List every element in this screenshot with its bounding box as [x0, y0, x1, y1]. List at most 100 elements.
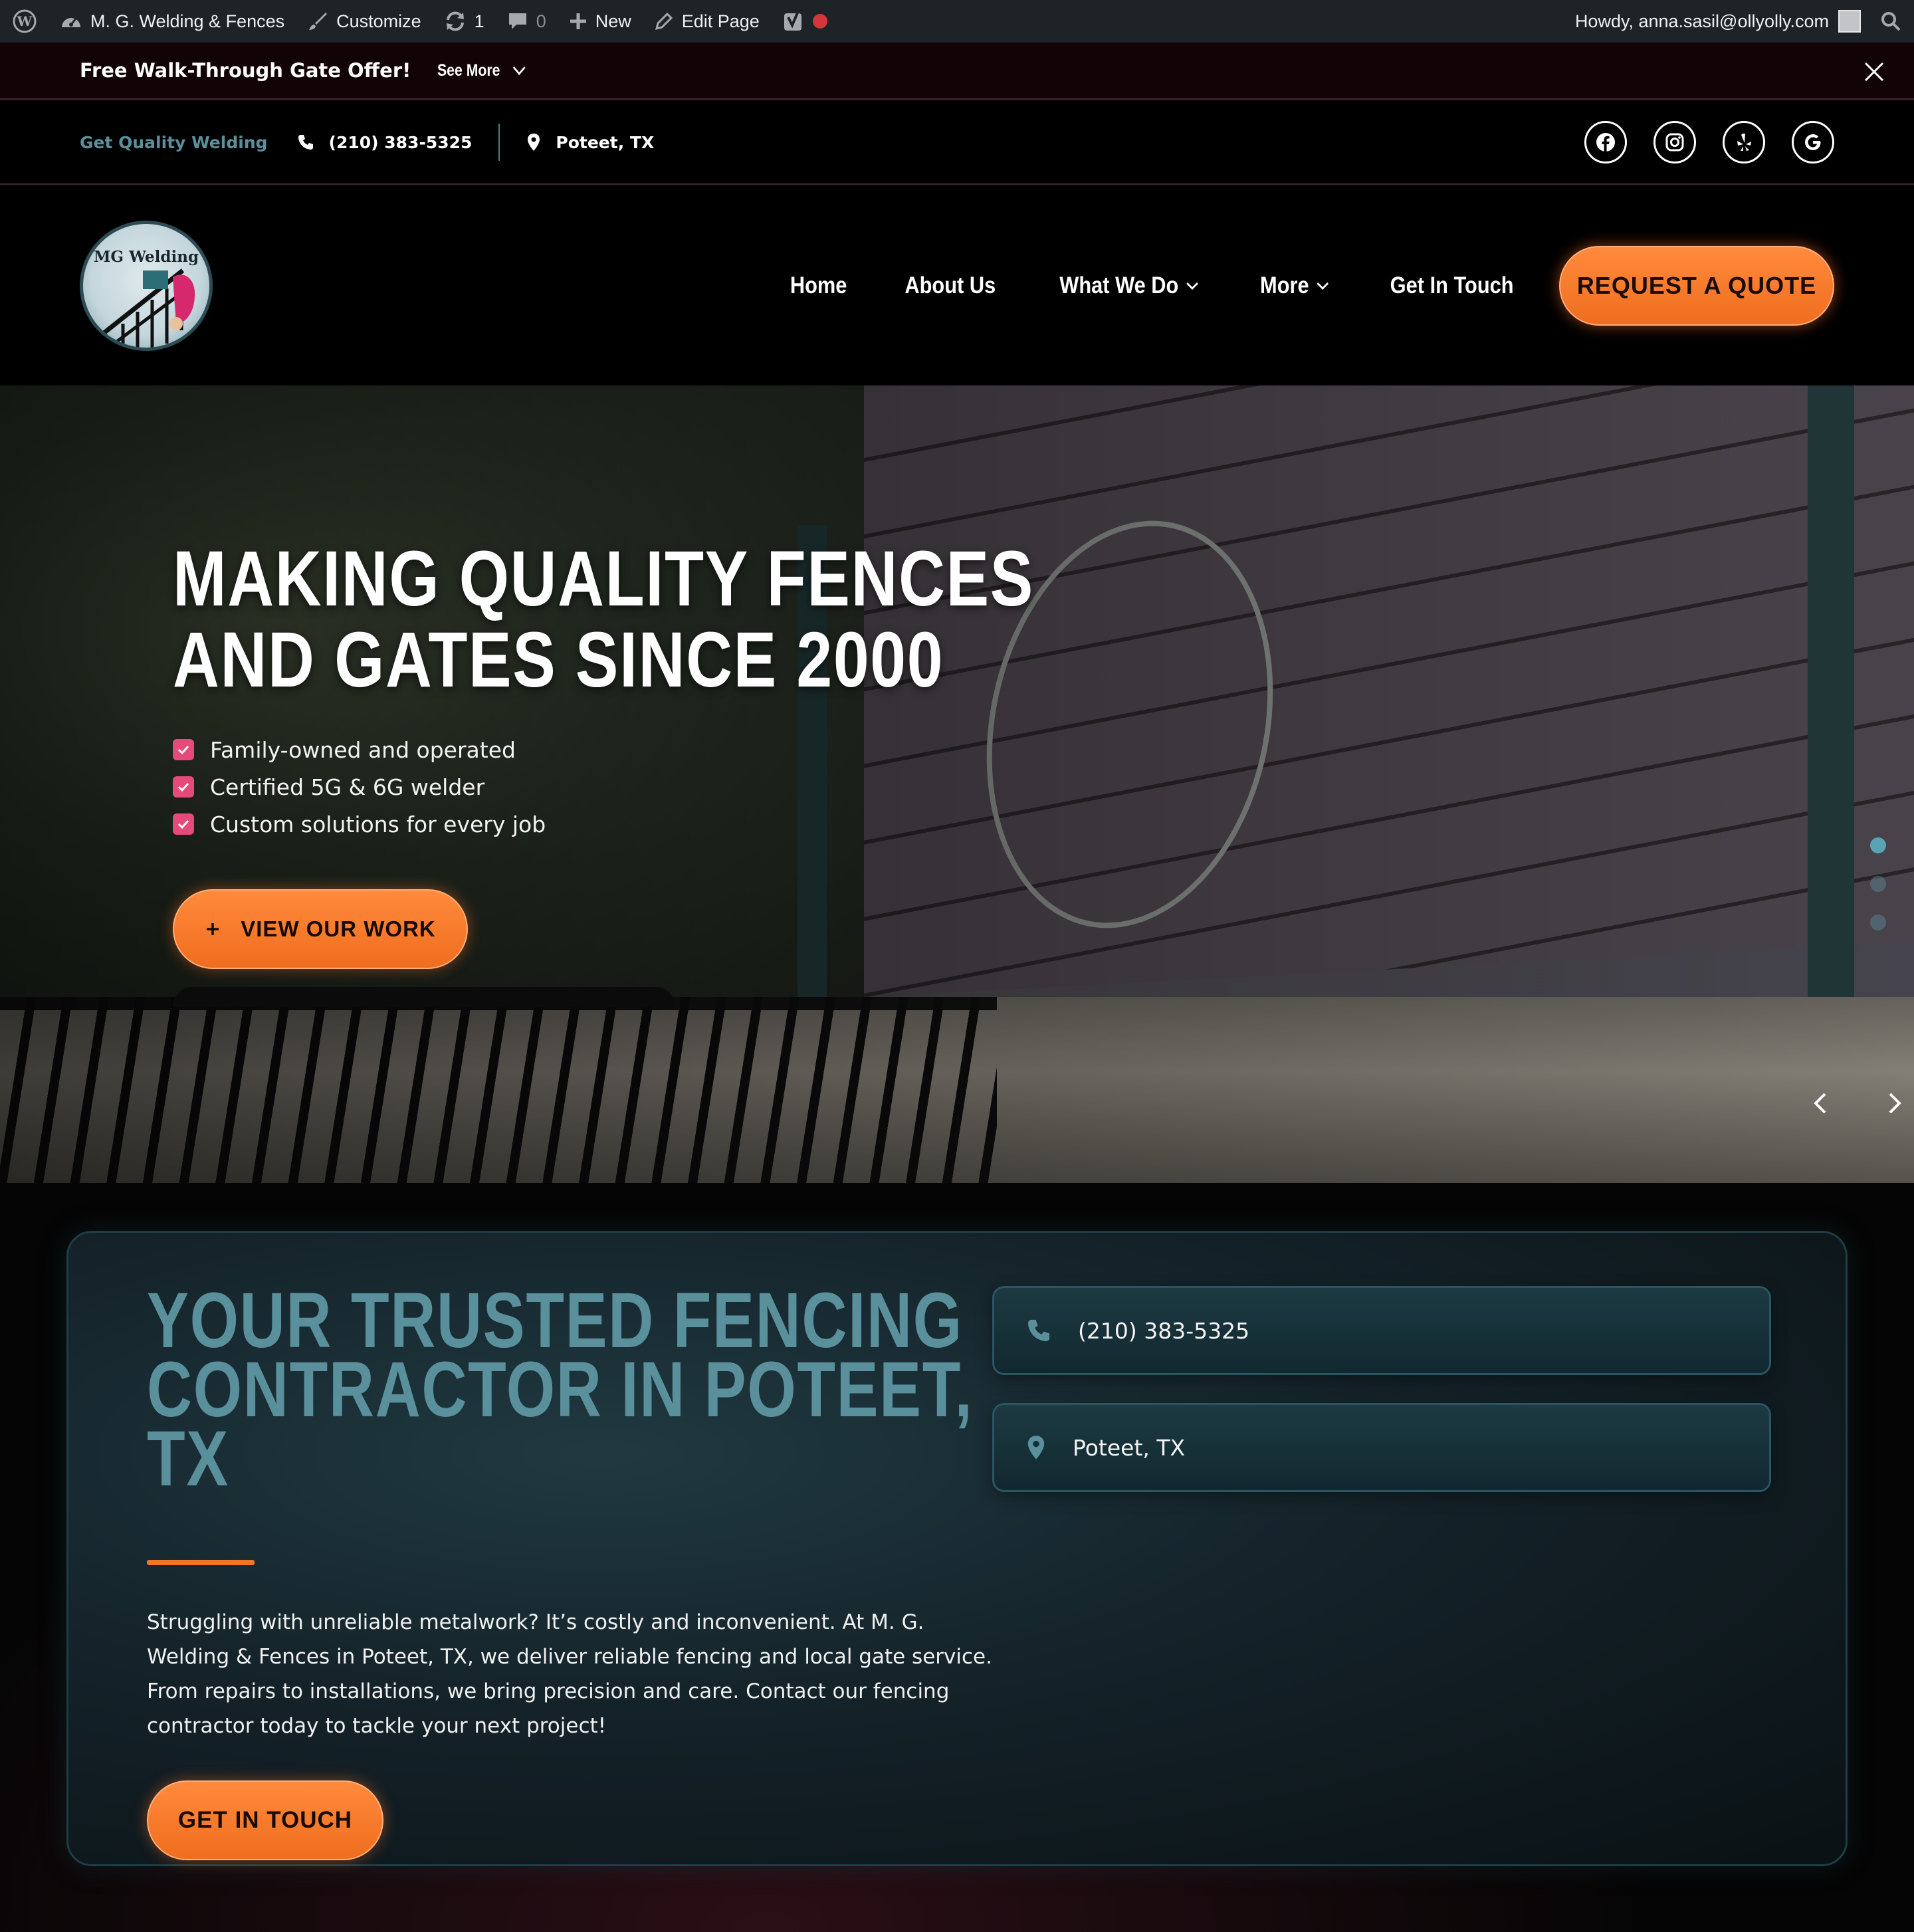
- primary-nav: Home About Us What We Do More Get In Tou…: [786, 246, 1834, 326]
- yelp-icon: [1737, 134, 1751, 151]
- nav-get-in-touch[interactable]: Get In Touch: [1390, 272, 1513, 299]
- hero-bottom-tab: [173, 987, 675, 1007]
- location-text: Poteet, TX: [556, 132, 655, 152]
- yelp-link[interactable]: [1723, 121, 1765, 163]
- title-underline: [147, 1560, 255, 1565]
- checkbox-icon: [173, 813, 194, 835]
- customize-link[interactable]: Customize: [307, 0, 421, 43]
- edit-page-link[interactable]: Edit Page: [654, 0, 760, 43]
- info-bar: Get Quality Welding (210) 383-5325 Potee…: [0, 101, 1914, 185]
- slider-dot-2[interactable]: [1870, 876, 1886, 892]
- plus-icon: [570, 13, 586, 29]
- chevron-left-icon[interactable]: [1808, 1090, 1834, 1117]
- search-icon[interactable]: [1879, 10, 1902, 33]
- slider-dot-3[interactable]: [1870, 914, 1886, 930]
- gate-logo-graphic: [101, 268, 195, 348]
- feature-text: Certified 5G & 6G welder: [210, 774, 485, 800]
- trusted-title-line-1: YOUR TRUSTED FENCING: [147, 1277, 963, 1364]
- checkbox-icon: [173, 776, 194, 798]
- phone-icon: [298, 135, 313, 150]
- brush-icon: [309, 13, 328, 30]
- wordpress-logo-icon[interactable]: W: [12, 0, 37, 43]
- hero-feature-list: Family-owned and operated Certified 5G &…: [173, 731, 1223, 843]
- site-name-label: M. G. Welding & Fences: [90, 11, 285, 31]
- nav-home-label: Home: [790, 272, 847, 298]
- plus-icon: [207, 923, 219, 935]
- hero-slider: MAKING QUALITY FENCES AND GATES SINCE 20…: [0, 385, 1914, 1183]
- refresh-icon: [446, 11, 464, 31]
- nav-more-label: More: [1260, 272, 1309, 298]
- comment-icon: [508, 13, 526, 29]
- phone-icon: [1027, 1319, 1050, 1342]
- see-more-toggle[interactable]: See More: [437, 61, 526, 80]
- svg-text:W: W: [17, 13, 33, 29]
- trusted-body-text: Struggling with unreliable metalwork? It…: [147, 1610, 992, 1738]
- nav-what-we-do-label: What We Do: [1059, 272, 1178, 298]
- promo-text: Free Walk-Through Gate Offer!: [80, 59, 411, 82]
- chevron-right-icon[interactable]: [1881, 1090, 1907, 1117]
- slider-pagination: [1870, 837, 1886, 930]
- avatar[interactable]: [1838, 10, 1861, 33]
- trusted-title: YOUR TRUSTED FENCING CONTRACTOR IN POTEE…: [147, 1277, 974, 1503]
- phone-number: (210) 383-5325: [328, 132, 473, 152]
- see-more-label: See More: [437, 60, 500, 80]
- slider-dot-1[interactable]: [1870, 837, 1886, 853]
- location-contact-card[interactable]: Poteet, TX: [992, 1403, 1771, 1492]
- request-quote-button[interactable]: REQUEST A QUOTE: [1559, 246, 1834, 326]
- google-link[interactable]: [1792, 121, 1834, 163]
- nav-get-in-touch-label: Get In Touch: [1390, 272, 1514, 298]
- get-in-touch-button[interactable]: GET IN TOUCH: [147, 1780, 383, 1860]
- map-pin-icon: [1027, 1436, 1045, 1459]
- yoast-menu[interactable]: [782, 0, 827, 43]
- hero-title: MAKING QUALITY FENCES AND GATES SINCE 20…: [173, 538, 1034, 700]
- location-link[interactable]: Poteet, TX: [526, 133, 654, 152]
- chevron-down-icon: [513, 66, 526, 76]
- hero-title-line-1: MAKING QUALITY FENCES: [173, 535, 1034, 623]
- comments-count: 0: [536, 11, 546, 31]
- list-item: Family-owned and operated: [173, 731, 1223, 768]
- view-our-work-button[interactable]: VIEW OUR WORK: [173, 889, 468, 969]
- hero-content: MAKING QUALITY FENCES AND GATES SINCE 20…: [173, 538, 1223, 969]
- howdy-user[interactable]: Howdy, anna.sasil@ollyolly.com: [1575, 11, 1829, 32]
- hero-title-line-2: AND GATES SINCE 2000: [173, 616, 944, 704]
- view-our-work-label: VIEW OUR WORK: [241, 916, 436, 941]
- nav-home[interactable]: Home: [790, 272, 847, 299]
- contact-location: Poteet, TX: [1073, 1434, 1186, 1461]
- list-item: Custom solutions for every job: [173, 805, 1223, 843]
- instagram-link[interactable]: [1653, 121, 1696, 163]
- pencil-icon: [655, 12, 673, 31]
- contact-phone: (210) 383-5325: [1078, 1317, 1250, 1344]
- nav-what-we-do[interactable]: What We Do: [1059, 272, 1198, 299]
- nav-about-us[interactable]: About Us: [904, 272, 996, 299]
- instagram-icon: [1665, 133, 1684, 152]
- checkbox-icon: [173, 739, 194, 760]
- list-item: Certified 5G & 6G welder: [173, 768, 1223, 805]
- feature-text: Family-owned and operated: [210, 736, 516, 763]
- promo-bar: Free Walk-Through Gate Offer! See More: [0, 43, 1914, 100]
- google-icon: [1805, 134, 1821, 150]
- tagline: Get Quality Welding: [80, 132, 268, 152]
- nav-about-us-label: About Us: [904, 272, 996, 298]
- chevron-down-icon: [1317, 282, 1329, 290]
- facebook-link[interactable]: [1584, 121, 1627, 163]
- divider: [498, 124, 500, 161]
- site-name-link[interactable]: M. G. Welding & Fences: [60, 0, 284, 43]
- trusted-title-line-2: CONTRACTOR IN POTEET,: [147, 1346, 974, 1434]
- yoast-icon: [784, 11, 801, 31]
- updates-count: 1: [474, 11, 484, 31]
- comments-link[interactable]: 0: [507, 0, 546, 43]
- main-header: MG Welding Home About Us What We Do More…: [0, 186, 1914, 385]
- site-logo[interactable]: MG Welding: [80, 221, 213, 351]
- nav-more[interactable]: More: [1260, 272, 1329, 299]
- phone-contact-card[interactable]: (210) 383-5325: [992, 1286, 1771, 1375]
- new-content-link[interactable]: New: [569, 0, 631, 43]
- updates-link[interactable]: 1: [444, 0, 484, 43]
- phone-link[interactable]: (210) 383-5325: [297, 132, 473, 152]
- new-label: New: [595, 11, 631, 31]
- trusted-card: YOUR TRUSTED FENCING CONTRACTOR IN POTEE…: [66, 1231, 1848, 1866]
- feature-text: Custom solutions for every job: [210, 811, 546, 837]
- trusted-title-line-3: TX: [147, 1415, 229, 1503]
- dashboard-icon: [62, 18, 80, 27]
- close-icon[interactable]: [1863, 61, 1885, 82]
- wp-admin-bar: W M. G. Welding & Fences Customize 1 0 N…: [0, 0, 1914, 43]
